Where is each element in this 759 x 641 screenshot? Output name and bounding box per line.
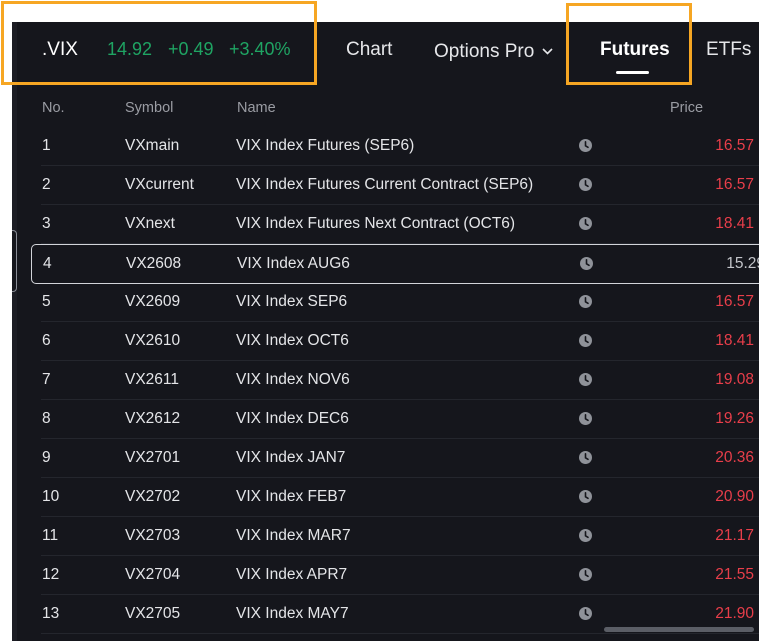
row-name: VIX Index MAR7: [236, 527, 351, 544]
table-row[interactable]: 8 VX2612 VIX Index DEC6 19.26: [41, 400, 759, 439]
table-row[interactable]: 5 VX2609 VIX Index SEP6 16.57: [41, 283, 759, 322]
row-number: 6: [42, 332, 51, 349]
row-number: 3: [42, 215, 51, 232]
clock-icon: [578, 138, 593, 158]
row-price: 21.17: [715, 527, 754, 544]
row-number: 9: [42, 449, 51, 466]
row-symbol: VX2608: [126, 255, 182, 272]
row-name: VIX Index NOV6: [236, 371, 350, 388]
row-name: VIX Index JAN7: [236, 449, 346, 466]
row-name: VIX Index MAY7: [236, 605, 349, 622]
row-symbol: VXmain: [125, 137, 180, 154]
panel-collapse-handle[interactable]: [12, 230, 17, 292]
row-symbol: VX2704: [125, 566, 181, 583]
row-symbol: VX2703: [125, 527, 181, 544]
row-name: VIX Index DEC6: [236, 410, 349, 427]
row-price: 16.57: [715, 137, 754, 154]
row-number: 2: [42, 176, 51, 193]
clock-icon: [578, 567, 593, 587]
row-price: 19.08: [715, 371, 754, 388]
highlight-box-quote: [1, 1, 317, 85]
clock-icon: [578, 372, 593, 392]
row-symbol: VX2612: [125, 410, 181, 427]
table-row[interactable]: 6 VX2610 VIX Index OCT6 18.41: [41, 322, 759, 361]
tab-etfs[interactable]: ETFs: [706, 39, 751, 61]
clock-icon: [578, 411, 593, 431]
row-number: 8: [42, 410, 51, 427]
row-number: 11: [42, 527, 59, 544]
column-header-price[interactable]: Price: [670, 100, 703, 116]
row-number: 10: [42, 488, 60, 505]
row-price: 16.57: [715, 293, 754, 310]
row-symbol: VX2701: [125, 449, 181, 466]
row-name: VIX Index Futures Next Contract (OCT6): [236, 215, 516, 232]
row-symbol: VX2610: [125, 332, 181, 349]
row-price: 21.55: [715, 566, 754, 583]
row-symbol: VX2609: [125, 293, 181, 310]
row-name: VIX Index SEP6: [236, 293, 348, 310]
table-row[interactable]: 12 VX2704 VIX Index APR7 21.55: [41, 556, 759, 595]
horizontal-scrollbar[interactable]: [604, 627, 754, 632]
row-price: 19.26: [715, 410, 754, 427]
tab-chart[interactable]: Chart: [346, 39, 392, 61]
row-price: 18.41: [715, 215, 754, 232]
row-price: 15.29: [726, 255, 759, 272]
row-price: 20.90: [715, 488, 754, 505]
clock-icon: [578, 606, 593, 626]
row-symbol: VX2705: [125, 605, 181, 622]
row-number: 5: [42, 293, 51, 310]
row-name: VIX Index AUG6: [237, 255, 350, 272]
row-name: VIX Index OCT6: [236, 332, 349, 349]
app-window: .VIX 14.92 +0.49 +3.40% Chart Options Pr…: [12, 22, 759, 641]
column-header-symbol[interactable]: Symbol: [125, 100, 173, 116]
row-price: 16.57: [715, 176, 754, 193]
row-number: 12: [42, 566, 60, 583]
row-name: VIX Index FEB7: [236, 488, 347, 505]
clock-icon: [578, 177, 593, 197]
table-header: No. Symbol Name Price: [12, 96, 759, 122]
table-row[interactable]: 1 VXmain VIX Index Futures (SEP6) 16.57: [41, 127, 759, 166]
table-row[interactable]: 11 VX2703 VIX Index MAR7 21.17: [41, 517, 759, 556]
clock-icon: [579, 256, 594, 276]
clock-icon: [578, 216, 593, 236]
row-price: 20.36: [715, 449, 754, 466]
row-number: 13: [42, 605, 60, 622]
row-symbol: VXnext: [125, 215, 175, 232]
clock-icon: [578, 528, 593, 548]
highlight-box-futures-tab: [566, 3, 692, 85]
row-price: 21.90: [715, 605, 754, 622]
clock-icon: [578, 333, 593, 353]
table-row[interactable]: 7 VX2611 VIX Index NOV6 19.08: [41, 361, 759, 400]
clock-icon: [578, 450, 593, 470]
clock-icon: [578, 489, 593, 509]
row-symbol: VX2702: [125, 488, 181, 505]
table-row[interactable]: 2 VXcurrent VIX Index Futures Current Cont…: [41, 166, 759, 205]
tab-options-pro[interactable]: Options Pro: [434, 39, 553, 63]
table-row[interactable]: 10 VX2702 VIX Index FEB7 20.90: [41, 478, 759, 517]
row-number: 1: [42, 137, 51, 154]
row-name: VIX Index Futures (SEP6): [236, 137, 415, 154]
tab-options-pro-label: Options Pro: [434, 41, 535, 62]
column-header-no[interactable]: No.: [42, 100, 65, 116]
row-number: 7: [42, 371, 51, 388]
column-header-name[interactable]: Name: [237, 100, 276, 116]
row-price: 18.41: [715, 332, 754, 349]
clock-icon: [578, 294, 593, 314]
table-row[interactable]: 4 VX2608 VIX Index AUG6 15.29: [31, 244, 759, 284]
row-number: 4: [43, 255, 52, 272]
row-symbol: VX2611: [125, 371, 180, 388]
row-name: VIX Index APR7: [236, 566, 348, 583]
row-symbol: VXcurrent: [125, 176, 194, 193]
table-row[interactable]: 3 VXnext VIX Index Futures Next Contract (…: [41, 205, 759, 244]
row-name: VIX Index Futures Current Contract (SEP6…: [236, 176, 534, 193]
chevron-down-icon: [542, 39, 553, 61]
table-row[interactable]: 9 VX2701 VIX Index JAN7 20.36: [41, 439, 759, 478]
